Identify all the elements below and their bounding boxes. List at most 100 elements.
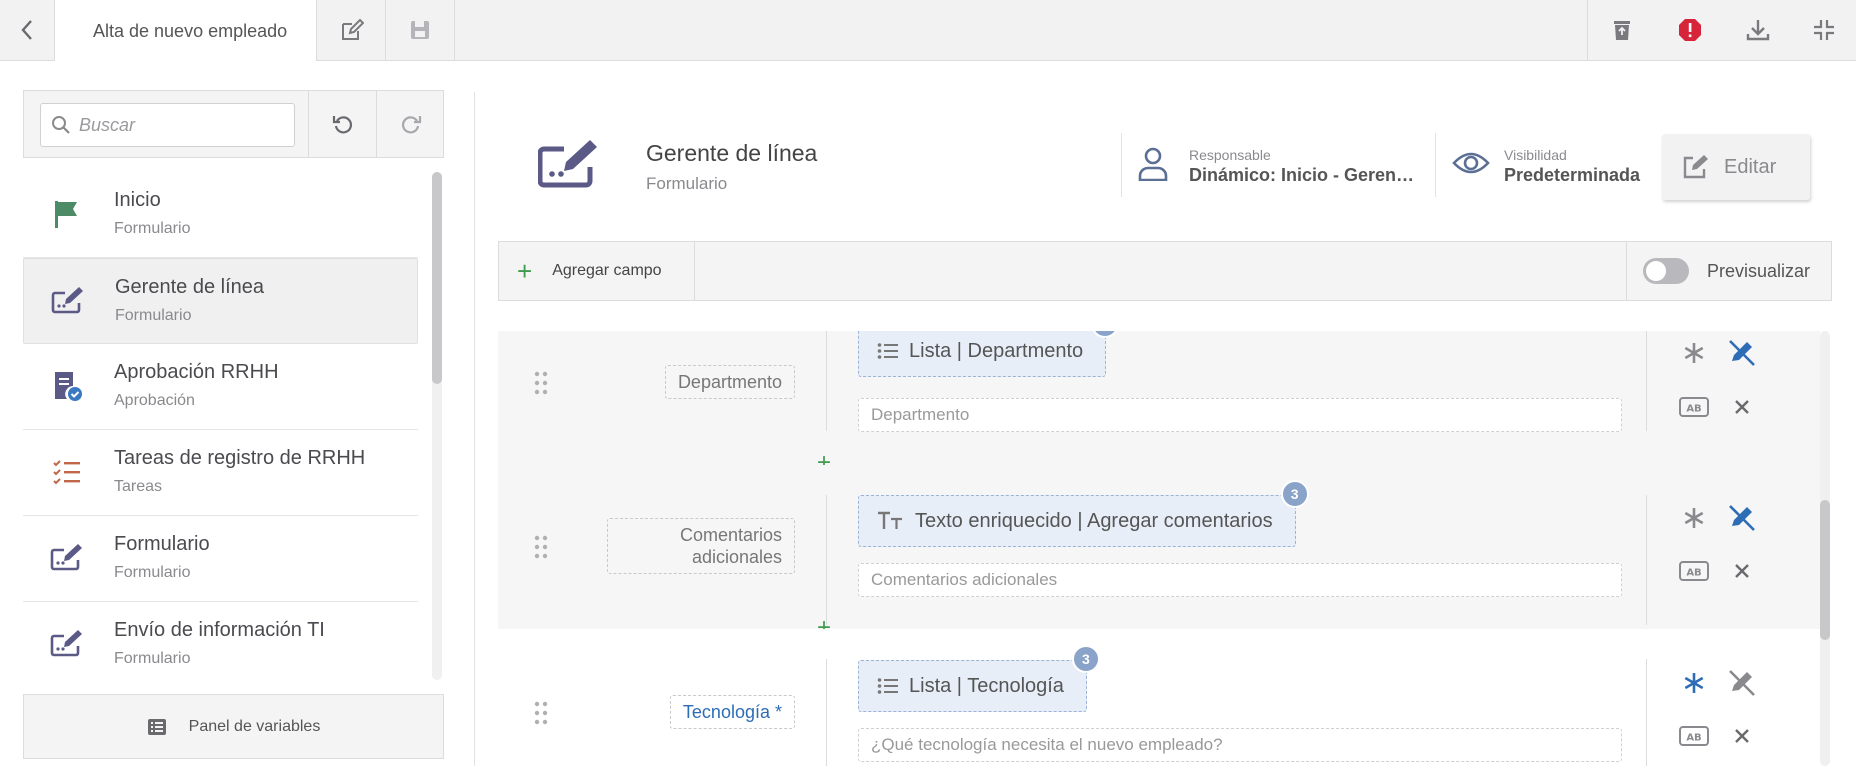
field-type-label: Lista | Tecnología bbox=[909, 674, 1064, 697]
field-type-chip[interactable]: Lista | Departmento 4 bbox=[858, 331, 1120, 377]
sidebar-item-formulario[interactable]: Formulario Formulario bbox=[23, 516, 418, 602]
usage-count-badge: 4 bbox=[1091, 331, 1120, 338]
sidebar-item-title: Inicio bbox=[114, 189, 161, 211]
field-label[interactable]: Departmento bbox=[664, 365, 795, 399]
close-icon bbox=[1735, 564, 1749, 578]
remove-field-button[interactable] bbox=[1724, 555, 1760, 587]
back-button[interactable] bbox=[0, 0, 54, 60]
form-edit-icon bbox=[49, 540, 85, 576]
sidebar-item-subtitle: Formulario bbox=[114, 220, 191, 237]
readonly-toggle[interactable] bbox=[1724, 502, 1760, 534]
form-edit-icon bbox=[50, 283, 86, 319]
field-type-chip[interactable]: Texto enriquecido | Agregar comentarios … bbox=[858, 480, 1309, 547]
form-edit-icon bbox=[537, 139, 600, 196]
sidebar-item-aprobacion-rrhh[interactable]: Aprobación RRHH Aprobación bbox=[23, 344, 418, 430]
field-label-line: adicionales bbox=[691, 547, 782, 567]
undo-button[interactable] bbox=[309, 91, 377, 157]
sidebar-item-title: Formulario bbox=[114, 533, 210, 555]
undo-icon bbox=[332, 116, 353, 134]
sidebar-item-gerente-de-linea[interactable]: Gerente de línea Formulario bbox=[23, 258, 418, 344]
required-toggle[interactable] bbox=[1676, 337, 1712, 369]
list-icon bbox=[877, 342, 899, 360]
remove-field-button[interactable] bbox=[1724, 391, 1760, 423]
field-type-label: Texto enriquecido | Agregar comentarios bbox=[915, 509, 1273, 532]
toggle-switch[interactable] bbox=[1643, 258, 1689, 284]
download-icon bbox=[1746, 20, 1770, 41]
edit-process-button[interactable] bbox=[318, 0, 386, 60]
fields-scrollbar-thumb[interactable] bbox=[1820, 500, 1830, 640]
field-toolbar: + Agregar campo Previsualizar bbox=[498, 241, 1832, 301]
edit-button[interactable]: Editar bbox=[1662, 134, 1810, 200]
add-field-button[interactable]: + Agregar campo bbox=[499, 242, 695, 300]
sidebar-item-tareas-de-registro[interactable]: Tareas de registro de RRHH Tareas bbox=[23, 430, 418, 516]
readonly-toggle[interactable] bbox=[1724, 337, 1760, 369]
page-subtitle: Formulario bbox=[646, 174, 728, 193]
search-input[interactable]: Buscar bbox=[40, 103, 295, 147]
field-placeholder[interactable]: Departmento bbox=[858, 398, 1622, 432]
preview-label: Previsualizar bbox=[1707, 260, 1811, 281]
add-field-label: Agregar campo bbox=[552, 262, 662, 279]
field-placeholder[interactable]: Comentarios adicionales bbox=[858, 563, 1622, 597]
save-button[interactable] bbox=[386, 0, 454, 60]
text-format-button[interactable]: AB bbox=[1676, 391, 1712, 423]
plus-icon: + bbox=[517, 256, 533, 286]
drag-handle-icon[interactable] bbox=[534, 535, 548, 559]
sidebar-item-envio-info-ti[interactable]: Envío de información TI Formulario bbox=[23, 602, 418, 680]
sidebar-search-bar: Buscar bbox=[23, 90, 444, 158]
search-placeholder: Buscar bbox=[79, 114, 136, 135]
svg-text:AB: AB bbox=[1686, 404, 1701, 415]
pencil-off-icon bbox=[1729, 340, 1755, 366]
form-edit-icon bbox=[49, 626, 85, 662]
redo-button[interactable] bbox=[377, 91, 445, 157]
required-toggle[interactable] bbox=[1676, 502, 1712, 534]
drag-handle-icon[interactable] bbox=[534, 371, 548, 395]
text-format-button[interactable]: AB bbox=[1676, 555, 1712, 587]
readonly-toggle[interactable] bbox=[1724, 667, 1760, 699]
field-label-required[interactable]: Tecnología * bbox=[669, 695, 795, 729]
sidebar-item-title: Tareas de registro de RRHH bbox=[114, 447, 366, 469]
sidebar-item-inicio[interactable]: Inicio Formulario bbox=[23, 172, 418, 258]
field-label[interactable]: Comentarios adicionales bbox=[607, 518, 795, 574]
alert-button[interactable] bbox=[1656, 0, 1724, 60]
redo-icon bbox=[401, 116, 422, 134]
responsable-selector[interactable]: Responsable Dinámico: Inicio - Geren… bbox=[1122, 133, 1435, 197]
delete-button[interactable] bbox=[1588, 0, 1656, 60]
trash-icon bbox=[1614, 21, 1630, 40]
visibility-selector[interactable]: Visibilidad Predeterminada bbox=[1436, 133, 1658, 197]
tab-title-label: Alta de nuevo empleado bbox=[93, 20, 288, 41]
approval-doc-icon bbox=[49, 368, 85, 404]
ab-text-icon: AB bbox=[1679, 726, 1709, 746]
responsable-label: Responsable bbox=[1189, 147, 1271, 163]
task-list-icon bbox=[49, 454, 85, 490]
edit-icon bbox=[1683, 155, 1708, 179]
edit-label: Editar bbox=[1724, 155, 1777, 178]
visibility-label: Visibilidad bbox=[1504, 147, 1567, 163]
field-list: Departmento Lista | Departmento 4 Depart… bbox=[498, 331, 1820, 766]
collapse-button[interactable] bbox=[1792, 0, 1856, 60]
download-button[interactable] bbox=[1724, 0, 1792, 60]
preview-toggle[interactable]: Previsualizar bbox=[1626, 242, 1831, 300]
svg-text:AB: AB bbox=[1686, 733, 1701, 744]
usage-count-badge: 3 bbox=[1071, 645, 1100, 673]
tab-process-title[interactable]: Alta de nuevo empleado bbox=[54, 0, 317, 62]
sidebar-item-title: Gerente de línea bbox=[115, 276, 264, 298]
ab-text-icon: AB bbox=[1679, 561, 1709, 581]
field-placeholder[interactable]: ¿Qué tecnología necesita el nuevo emplea… bbox=[858, 728, 1622, 762]
search-icon bbox=[52, 116, 70, 134]
usage-count-badge: 3 bbox=[1280, 480, 1309, 508]
required-toggle[interactable] bbox=[1676, 667, 1712, 699]
minimize-icon bbox=[1814, 20, 1834, 40]
variables-panel-button[interactable]: Panel de variables bbox=[23, 694, 444, 759]
pencil-off-icon bbox=[1729, 670, 1755, 696]
sidebar-scrollbar-thumb[interactable] bbox=[432, 172, 442, 384]
field-type-chip[interactable]: Lista | Tecnología 3 bbox=[858, 645, 1100, 712]
rich-text-icon bbox=[877, 511, 905, 531]
remove-field-button[interactable] bbox=[1724, 720, 1760, 752]
field-label-line: Comentarios bbox=[679, 525, 782, 545]
top-bar: Alta de nuevo empleado bbox=[0, 0, 1856, 62]
save-icon bbox=[411, 21, 429, 39]
text-format-button[interactable]: AB bbox=[1676, 720, 1712, 752]
asterisk-icon bbox=[1684, 343, 1704, 363]
drag-handle-icon[interactable] bbox=[534, 701, 548, 725]
visibility-value: Predeterminada bbox=[1504, 165, 1641, 185]
